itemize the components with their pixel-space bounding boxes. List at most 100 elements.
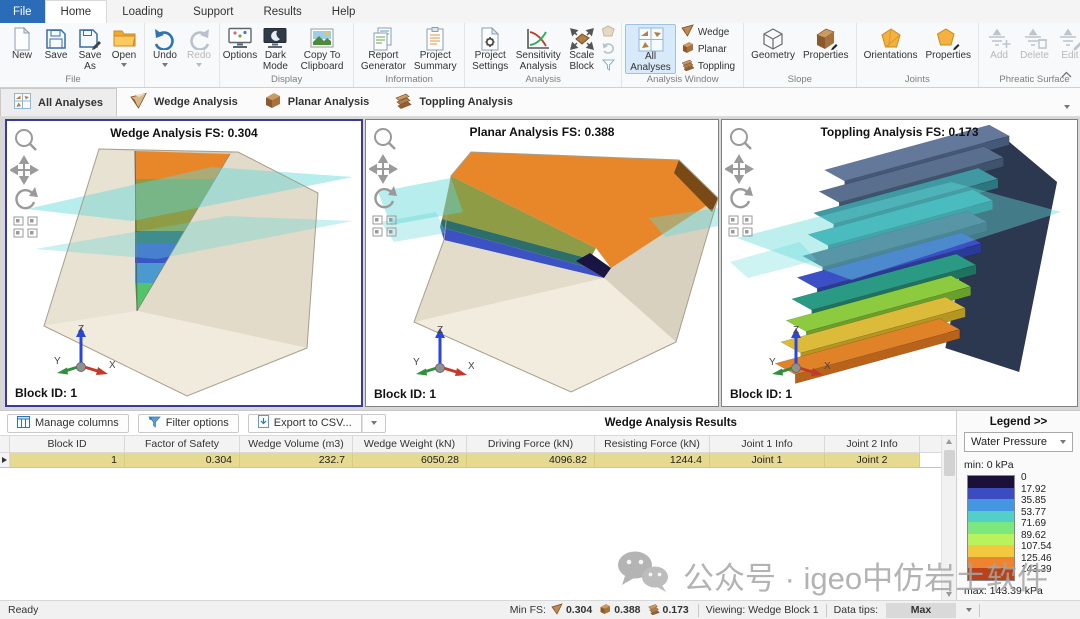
pan-icon[interactable] — [368, 154, 398, 184]
small-filter-icon[interactable] — [602, 59, 616, 74]
filter-options-button[interactable]: Filter options — [137, 413, 239, 433]
zoom-icon[interactable] — [730, 128, 752, 150]
view-preset-icons[interactable] — [728, 215, 753, 237]
redo-button[interactable]: Redo — [182, 24, 216, 74]
column-header[interactable]: Joint 1 Info — [710, 436, 825, 452]
legend-tick: 107.54 — [1021, 540, 1052, 552]
project-settings-button[interactable]: Project Settings — [468, 24, 512, 74]
tab-planar-analysis[interactable]: Planar Analysis — [251, 88, 383, 116]
axis-x-label: X — [109, 360, 115, 371]
wedge-view-panel: Wedge Analysis FS: 0.304 Z X Y — [5, 119, 363, 407]
new-document-icon — [12, 26, 32, 51]
current-row-marker-icon — [2, 457, 7, 463]
menu-help[interactable]: Help — [317, 0, 371, 23]
save-button[interactable]: Save — [39, 24, 73, 74]
analysis-views: Wedge Analysis FS: 0.304 Z X Y — [0, 117, 1080, 410]
slope-geometry-button[interactable]: Geometry — [747, 24, 799, 74]
menu-support[interactable]: Support — [178, 0, 248, 23]
data-tips-caret[interactable] — [966, 608, 972, 612]
view-preset-icons[interactable] — [372, 215, 397, 237]
project-settings-icon — [479, 26, 501, 51]
legend-band — [968, 556, 1014, 568]
undo-button[interactable]: Undo — [148, 24, 182, 74]
copy-to-clipboard-button[interactable]: Copy To Clipboard — [294, 24, 350, 74]
legend-tick: 125.46 — [1021, 552, 1052, 564]
open-button[interactable]: Open — [107, 24, 141, 74]
status-toppling-icon — [647, 603, 660, 618]
orientations-icon — [879, 26, 903, 51]
menu-home[interactable]: Home — [44, 0, 108, 23]
export-dropdown-caret[interactable] — [361, 413, 386, 433]
rotate-icon[interactable] — [374, 186, 397, 209]
pan-icon[interactable] — [724, 154, 754, 184]
table-vertical-scrollbar[interactable] — [941, 436, 956, 600]
scale-block-button[interactable]: Scale Block — [564, 24, 599, 74]
small-restore-icon[interactable] — [602, 42, 615, 57]
cell-wedge-volume: 232.7 — [240, 453, 353, 467]
column-header[interactable]: Wedge Volume (m3) — [240, 436, 353, 452]
column-header[interactable]: Resisting Force (kN) — [595, 436, 710, 452]
tab-strip-overflow-caret[interactable] — [1064, 100, 1070, 112]
planar-window-button[interactable]: Planar — [678, 41, 738, 57]
rotate-icon[interactable] — [15, 187, 38, 210]
all-analyses-button[interactable]: All Analyses — [625, 24, 676, 74]
view-preset-icons[interactable] — [13, 216, 38, 238]
min-fs-toppling: 0.173 — [662, 604, 689, 616]
legend-band — [968, 533, 1014, 545]
legend-band — [968, 510, 1014, 522]
small-gem-icon[interactable] — [602, 24, 615, 40]
tab-toppling-analysis[interactable]: Toppling Analysis — [382, 88, 526, 116]
legend-title[interactable]: Legend >> — [964, 416, 1073, 428]
menu-file[interactable]: File — [0, 0, 45, 23]
project-summary-button[interactable]: Project Summary — [410, 24, 462, 74]
scroll-down-icon[interactable] — [946, 592, 952, 597]
menu-loading[interactable]: Loading — [107, 0, 178, 23]
phreatic-add-button[interactable]: Add — [982, 24, 1016, 74]
data-tips-dropdown[interactable]: Max — [886, 602, 956, 618]
sensitivity-analysis-button[interactable]: Sensitivity Analysis — [512, 24, 564, 74]
rotate-icon[interactable] — [730, 186, 753, 209]
column-header[interactable]: Driving Force (kN) — [467, 436, 595, 452]
toppling-tab-icon — [395, 92, 412, 112]
analysis-extra-tools — [599, 24, 618, 74]
min-fs-planar: 0.388 — [614, 604, 641, 616]
column-header[interactable]: Block ID — [10, 436, 125, 452]
collapse-ribbon-chevron[interactable] — [1061, 69, 1072, 81]
block-id-label: Block ID: 1 — [15, 386, 78, 400]
column-header[interactable]: Factor of Safety — [125, 436, 240, 452]
wedge-window-button[interactable]: Wedge — [678, 24, 738, 40]
table-row[interactable]: 1 0.304 232.7 6050.28 4096.82 1244.4 Joi… — [0, 453, 956, 468]
phreatic-delete-button[interactable]: Delete — [1016, 24, 1053, 74]
report-generator-button[interactable]: Report Generator — [357, 24, 409, 74]
scale-block-icon — [569, 26, 595, 51]
scroll-up-icon[interactable] — [946, 439, 952, 444]
manage-columns-button[interactable]: Manage columns — [7, 413, 129, 433]
scrollbar-thumb[interactable] — [944, 450, 955, 476]
legend-selector[interactable]: Water Pressure — [964, 432, 1073, 452]
project-summary-icon — [425, 26, 445, 51]
slope-properties-button[interactable]: Properties — [799, 24, 853, 74]
joint-properties-button[interactable]: Properties — [921, 24, 975, 74]
zoom-icon[interactable] — [374, 128, 396, 150]
application-window: File Home Loading Support Results Help N… — [0, 0, 1080, 619]
export-csv-button[interactable]: Export to CSV... — [247, 413, 362, 433]
column-header[interactable]: Joint 2 Info — [825, 436, 920, 452]
tab-wedge-analysis[interactable]: Wedge Analysis — [117, 88, 251, 116]
filter-options-icon — [147, 416, 161, 431]
menu-results[interactable]: Results — [248, 0, 316, 23]
new-button[interactable]: New — [5, 24, 39, 74]
pan-icon[interactable] — [9, 155, 39, 185]
tab-all-analyses[interactable]: All Analyses — [0, 88, 118, 116]
joint-orientations-button[interactable]: Orientations — [860, 24, 922, 74]
cell-resisting-force: 1244.4 — [595, 453, 710, 467]
phreatic-edit-button[interactable]: Edit — [1053, 24, 1080, 74]
zoom-icon[interactable] — [15, 129, 37, 151]
column-header[interactable]: Wedge Weight (kN) — [353, 436, 467, 452]
display-options-button[interactable]: Options — [223, 24, 257, 74]
dark-mode-button[interactable]: Dark Mode — [257, 24, 294, 74]
save-as-button[interactable]: Save As — [73, 24, 107, 74]
results-title: Wedge Analysis Results — [604, 417, 737, 429]
toppling-window-button[interactable]: Toppling — [678, 58, 738, 74]
results-table-pane: Manage columns Filter options Export to … — [0, 411, 957, 600]
legend-min-label: min: 0 kPa — [964, 459, 1014, 471]
